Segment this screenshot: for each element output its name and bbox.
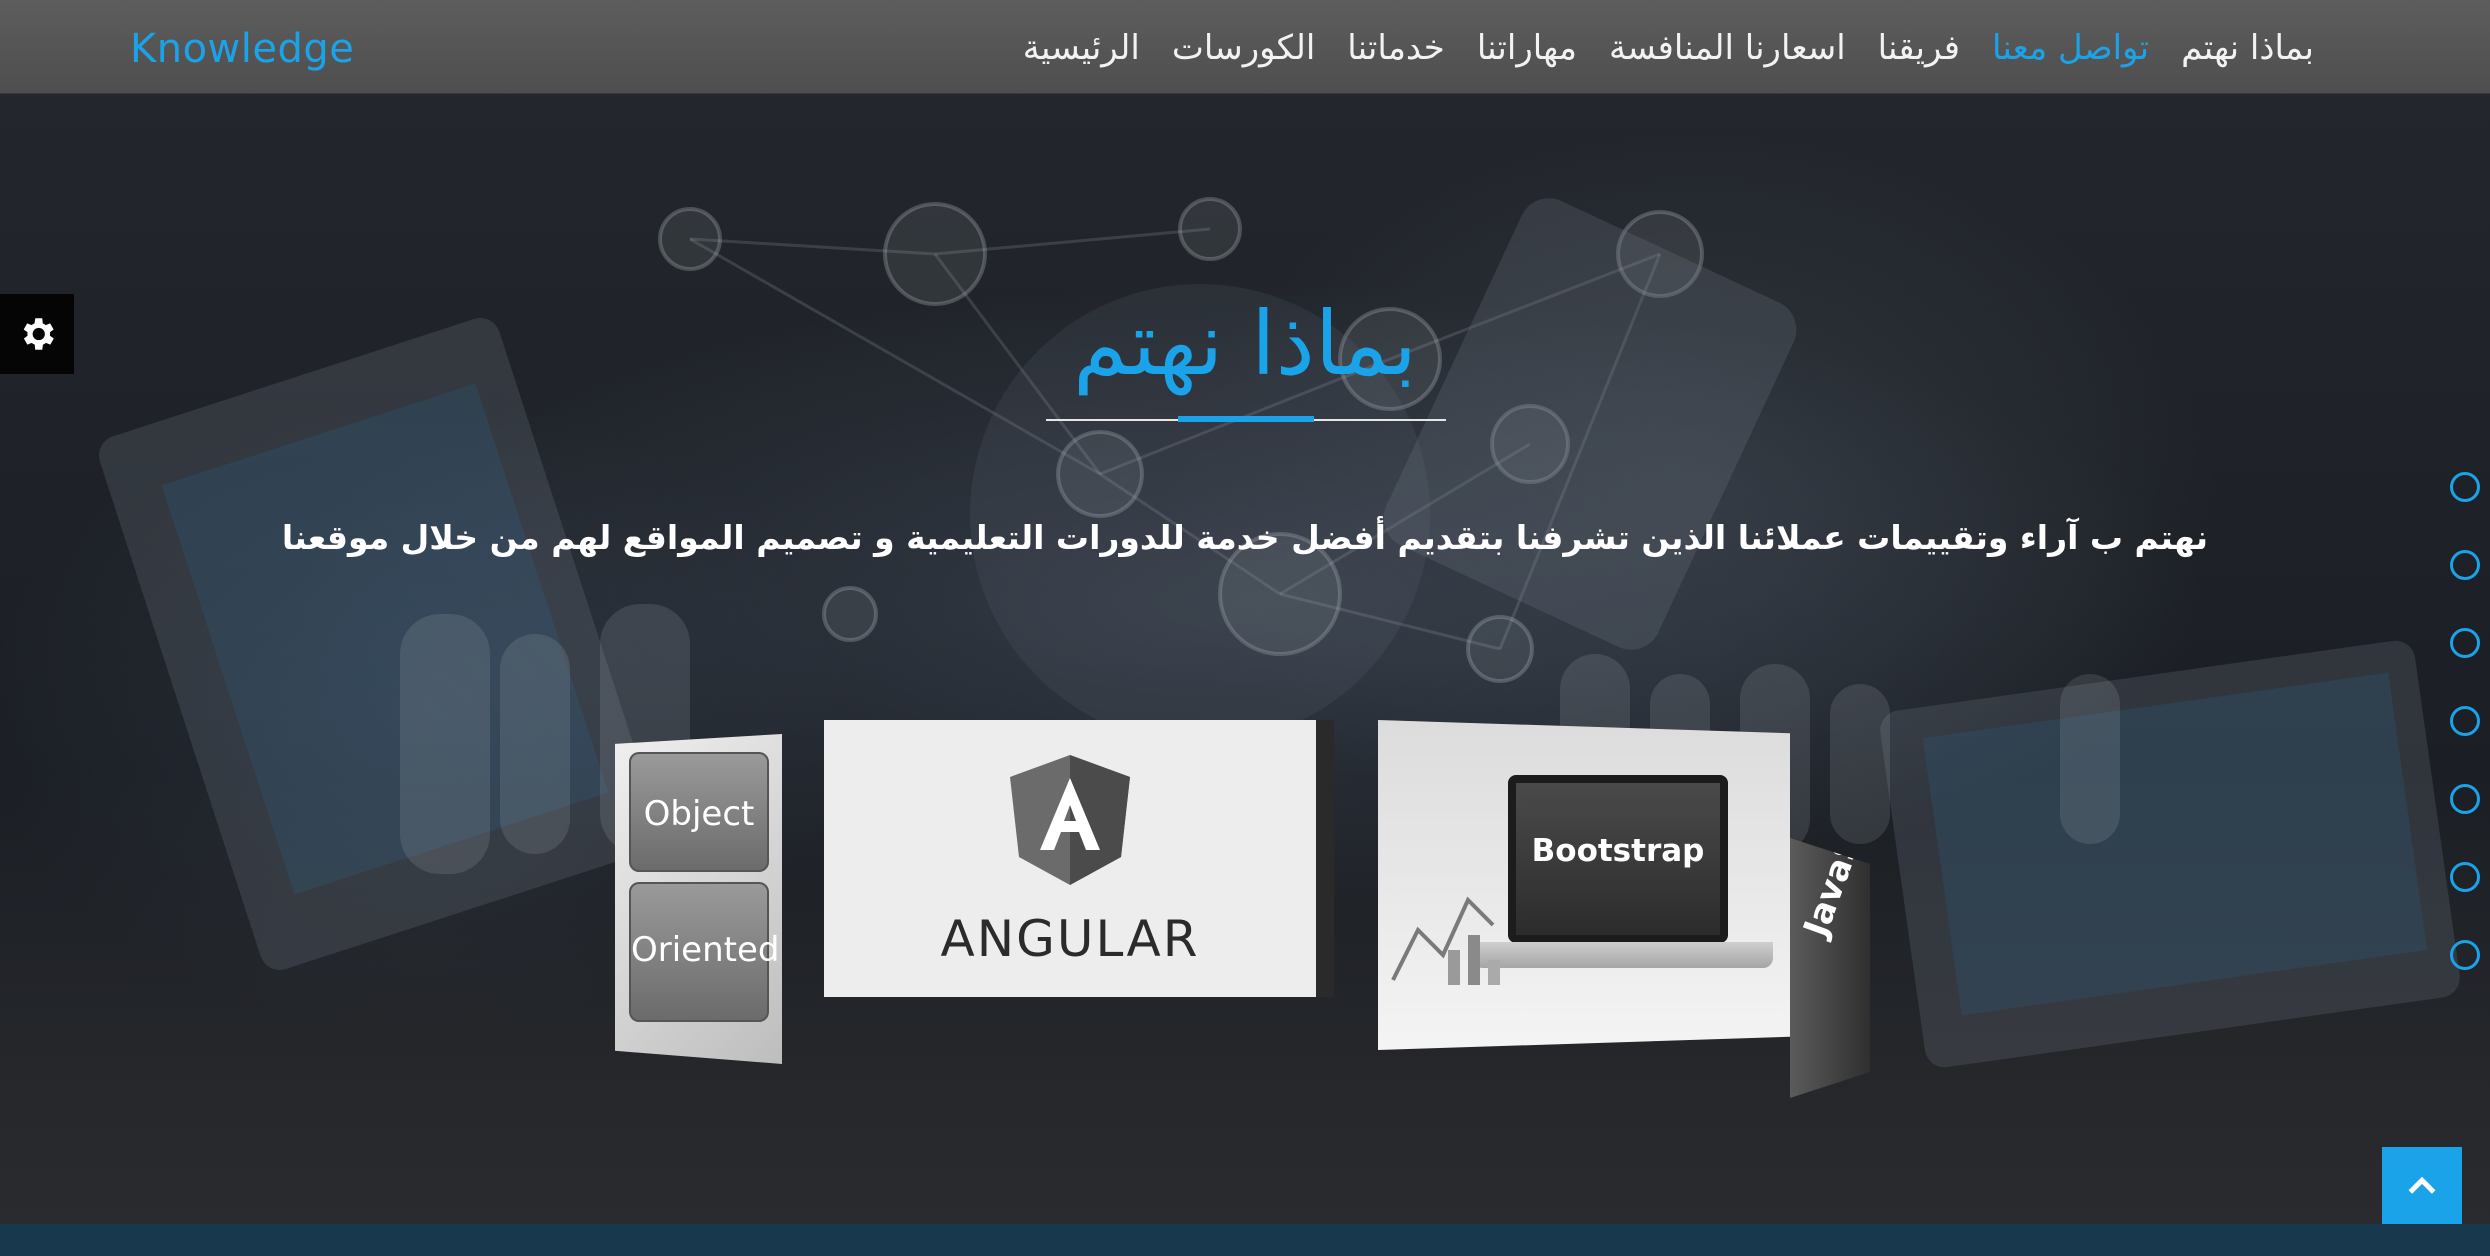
- card-text: Oriented: [631, 930, 780, 970]
- navbar: Knowledge الرئيسية الكورسات خدماتنا مهار…: [0, 0, 2490, 94]
- section-dot-6[interactable]: [2450, 862, 2480, 892]
- title-accent-bar: [1178, 416, 1314, 422]
- nav-item-team[interactable]: فريقنا: [1878, 28, 1960, 68]
- nav-item-contact[interactable]: تواصل معنا: [1992, 28, 2149, 68]
- section-dot-3[interactable]: [2450, 628, 2480, 658]
- nav-item-home[interactable]: الرئيسية: [1023, 28, 1140, 68]
- hero-section: بماذا نهتم نهتم ب آراء وتقييمات عملائنا …: [0, 94, 2490, 1224]
- section-dot-7[interactable]: [2450, 940, 2480, 970]
- section-dot-1[interactable]: [2450, 472, 2480, 502]
- main-nav: الرئيسية الكورسات خدماتنا مهاراتنا اسعار…: [1023, 28, 2314, 68]
- nav-item-care[interactable]: بماذا نهتم: [2181, 28, 2314, 68]
- section-dot-5[interactable]: [2450, 784, 2480, 814]
- nav-item-skills[interactable]: مهاراتنا: [1477, 28, 1577, 68]
- scroll-top-button[interactable]: [2382, 1147, 2462, 1227]
- nav-item-courses[interactable]: الكورسات: [1172, 28, 1315, 68]
- chart-decoration-icon: [1391, 896, 1500, 985]
- card-label: ANGULAR: [940, 910, 1200, 968]
- card-text: Object: [643, 794, 755, 834]
- card-label: Bootstrap: [1531, 833, 1705, 869]
- laptop-base: [1473, 942, 1773, 968]
- nav-item-pricing[interactable]: اسعارنا المنافسة: [1609, 28, 1846, 68]
- section-title: بماذا نهتم: [1073, 292, 1417, 395]
- section-description: نهتم ب آراء وتقييمات عملائنا الذين تشرفن…: [281, 518, 2209, 557]
- carousel-card-oop[interactable]: Object Oriented: [615, 734, 782, 1064]
- network-background: [98, 197, 2460, 1068]
- laptop-screen: Bootstrap: [1508, 775, 1728, 943]
- brand-logo[interactable]: Knowledge: [130, 26, 354, 72]
- angular-logo-icon: [1010, 755, 1130, 885]
- carousel-card-javascript[interactable]: JavaScript: [1790, 838, 1870, 1098]
- carousel-card-bootstrap[interactable]: Bootstrap: [1378, 720, 1790, 1050]
- section-dot-2[interactable]: [2450, 550, 2480, 580]
- section-dot-4[interactable]: [2450, 706, 2480, 736]
- chevron-up-icon: [2408, 1176, 2436, 1194]
- settings-toggle[interactable]: [0, 294, 74, 374]
- gear-icon: [23, 318, 54, 350]
- keyboard-key: Oriented: [629, 882, 780, 1022]
- carousel-card-angular[interactable]: ANGULAR: [824, 720, 1316, 997]
- section-dots-nav: [2450, 472, 2480, 1018]
- nav-item-services[interactable]: خدماتنا: [1347, 28, 1445, 68]
- keyboard-key: Object: [629, 752, 769, 872]
- next-section-strip: [0, 1224, 2490, 1256]
